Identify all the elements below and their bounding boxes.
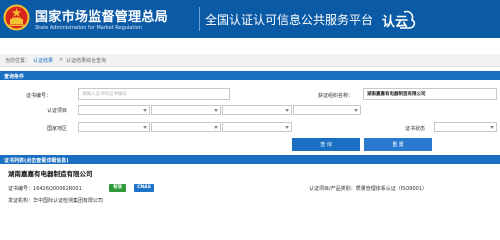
cert-category-select[interactable] [222,105,292,115]
site-header: 国家市场监督管理总局 State Administration for Mark… [0,0,500,38]
cert-subitem-select[interactable] [151,105,221,115]
query-section-title: 查询条件 [4,74,25,80]
chevron-down-icon [143,109,147,112]
renyun-logo-icon: 认云 [382,10,416,30]
breadcrumb-item-query[interactable]: 认证结果综合查询 [66,57,106,64]
status-badge: 有效 [109,184,126,192]
org-title: 国家市场监督管理总局 [35,10,169,25]
cert-status-label: 证书状态 [405,126,426,132]
breadcrumb-label: 当前位置： [5,58,31,64]
chevron-down-icon [143,126,147,129]
province-select[interactable] [151,122,221,132]
platform-title: 全国认证认可信息公共服务平台 [205,13,374,27]
result-list-title: 证书列表(点击查看详细信息) [4,158,69,164]
national-emblem-icon [3,4,30,31]
issuer-value: 华中国际认证检测集团有限公司 [33,198,104,204]
cert-item-value: 质量管理体系认证（ISO9001） [355,186,427,192]
cert-item-field-label: 认证项目/产品类别： [309,186,356,192]
svg-text:认云: 认云 [382,14,408,30]
chevron-down-icon [214,109,218,112]
org-name-label: 获证组织名称： [318,93,354,99]
cert-item-select[interactable] [78,105,150,115]
region-label: 国家地区 [47,126,68,132]
breadcrumb: 当前位置： 认证结果 > 认证结果综合查询 [0,54,500,67]
cert-number-value: 16426Q00062R001 [33,186,82,192]
cert-type-select[interactable] [293,105,361,115]
company-name[interactable]: 湖南嘉嘉有电器制造有限公司 [8,168,93,178]
cert-number-label: 证书编号： [26,93,52,99]
org-title-en: State Administration for Market Regulati… [35,25,142,31]
reset-button[interactable]: 重 置 [364,138,432,151]
cnas-badge: CNAS [134,184,154,192]
header-divider [199,7,200,31]
cert-number-input[interactable] [78,88,230,100]
chevron-down-icon [285,109,289,112]
cert-item: 认证项目/产品类别：质量管理体系认证（ISO9001） [309,185,427,192]
query-form: 证书编号： 获证组织名称： 认证项目 国家地区 证书状态 查 询 重 置 [0,81,500,153]
country-select[interactable] [78,122,150,132]
chevron-down-icon [490,126,494,129]
breadcrumb-item-results[interactable]: 认证结果 [33,57,53,64]
query-section-header: 查询条件 [0,71,500,80]
chevron-down-icon [354,109,358,112]
result-item[interactable]: 湖南嘉嘉有电器制造有限公司 证书编号：16426Q00062R001 有效 CN… [0,166,500,216]
issuer: 发证机构：华中国际认证检测集团有限公司 [8,197,103,204]
cert-item-label: 认证项目 [47,108,68,114]
cert-number-field-label: 证书编号： [8,186,34,192]
search-button[interactable]: 查 询 [292,138,360,151]
cert-number: 证书编号：16426Q00062R001 [8,185,82,192]
cert-status-select[interactable] [434,122,497,132]
chevron-down-icon [285,126,289,129]
breadcrumb-separator: > [59,57,64,63]
result-list-header: 证书列表(点击查看详细信息) [0,155,500,164]
chevron-down-icon [214,126,218,129]
org-name-input[interactable] [363,88,497,100]
issuer-field-label: 发证机构： [8,198,34,204]
city-select[interactable] [222,122,292,132]
